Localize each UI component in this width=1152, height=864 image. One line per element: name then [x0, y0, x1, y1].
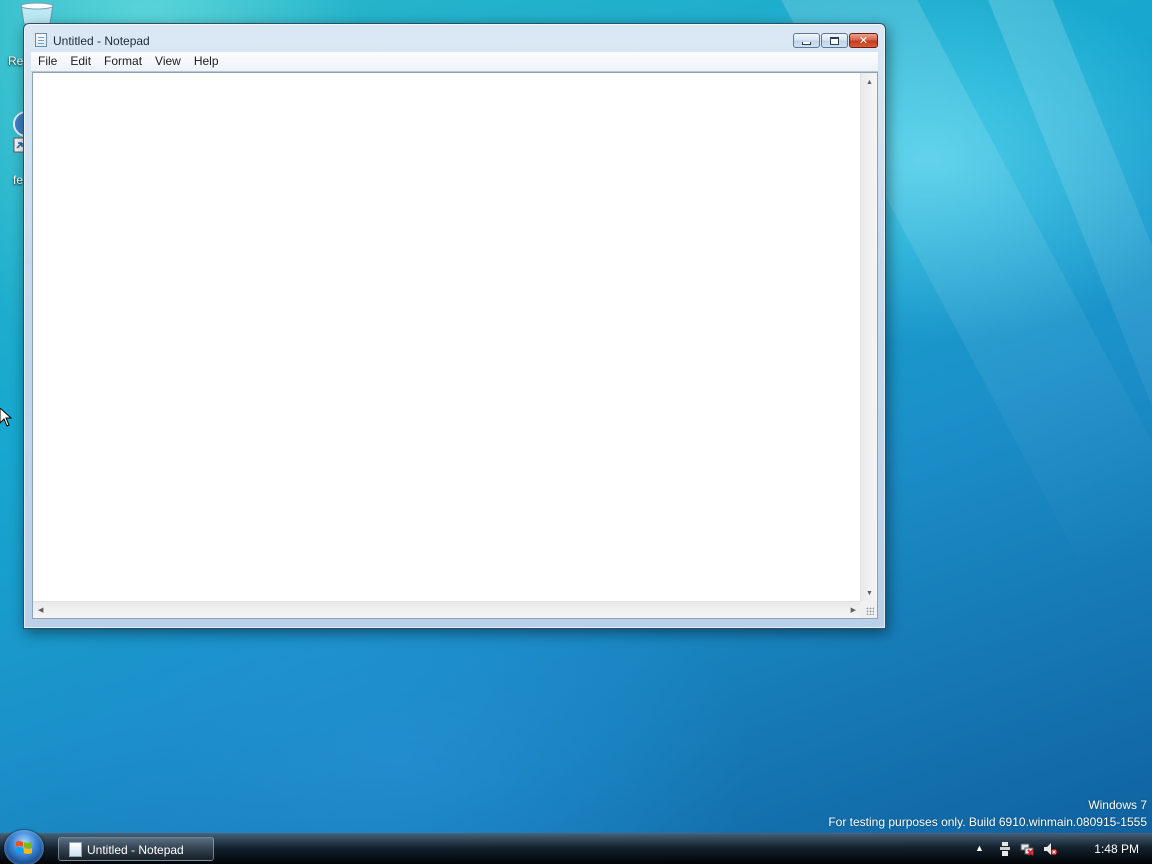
- volume-muted-icon[interactable]: [1043, 842, 1057, 856]
- start-button[interactable]: [4, 830, 44, 864]
- taskbar-item-notepad[interactable]: Untitled - Notepad: [58, 837, 214, 861]
- show-hidden-icons-icon[interactable]: ▲: [975, 843, 989, 857]
- watermark-build-info: For testing purposes only. Build 6910.wi…: [828, 815, 1147, 829]
- minimize-icon: [802, 41, 811, 45]
- vertical-scrollbar[interactable]: ▲ ▼: [860, 73, 877, 603]
- recycle-bin-icon[interactable]: [18, 2, 56, 25]
- scroll-down-icon[interactable]: ▼: [866, 590, 873, 597]
- minimize-button[interactable]: [793, 33, 820, 48]
- window-title: Untitled - Notepad: [53, 34, 150, 48]
- desktop: Re fe Untitled - Notepad ✕ File Edit For…: [0, 0, 1152, 864]
- network-icon[interactable]: [1020, 842, 1034, 856]
- notepad-app-icon[interactable]: [35, 33, 47, 47]
- resize-grip[interactable]: [860, 601, 877, 618]
- desktop-icon-label[interactable]: fe: [13, 173, 23, 187]
- maximize-button[interactable]: [821, 33, 848, 48]
- menu-bar: File Edit Format View Help: [31, 52, 878, 72]
- taskbar-item-label: Untitled - Notepad: [87, 843, 184, 857]
- notepad-icon: [69, 842, 82, 857]
- menu-edit[interactable]: Edit: [63, 52, 97, 71]
- action-center-icon[interactable]: [998, 842, 1012, 856]
- close-icon: ✕: [858, 35, 869, 47]
- taskbar-clock[interactable]: 1:48 PM: [1094, 842, 1139, 856]
- build-watermark: Windows 7 For testing purposes only. Bui…: [828, 797, 1147, 831]
- menu-view[interactable]: View: [148, 52, 187, 71]
- windows-logo-icon: [16, 841, 32, 854]
- menu-file[interactable]: File: [31, 52, 63, 71]
- notepad-window[interactable]: Untitled - Notepad ✕ File Edit Format Vi…: [23, 23, 886, 629]
- watermark-os-name: Windows 7: [1088, 798, 1147, 812]
- close-button[interactable]: ✕: [849, 33, 878, 48]
- desktop-icon-label[interactable]: Re: [8, 54, 23, 68]
- scroll-right-icon[interactable]: ▶: [851, 607, 856, 614]
- system-tray: ▲ 1:48 PM: [972, 834, 1152, 864]
- editor-area: ▲ ▼ ◀ ▶: [32, 72, 878, 619]
- horizontal-scrollbar[interactable]: ◀ ▶: [33, 601, 862, 618]
- taskbar: Untitled - Notepad ▲ 1:48 PM: [0, 830, 1152, 864]
- mouse-cursor-icon: [0, 408, 13, 427]
- text-editor[interactable]: [33, 73, 862, 603]
- scroll-up-icon[interactable]: ▲: [866, 79, 873, 86]
- menu-help[interactable]: Help: [187, 52, 225, 71]
- maximize-icon: [830, 36, 839, 45]
- menu-format[interactable]: Format: [97, 52, 148, 71]
- scroll-left-icon[interactable]: ◀: [38, 607, 43, 614]
- title-bar[interactable]: Untitled - Notepad ✕: [24, 24, 885, 52]
